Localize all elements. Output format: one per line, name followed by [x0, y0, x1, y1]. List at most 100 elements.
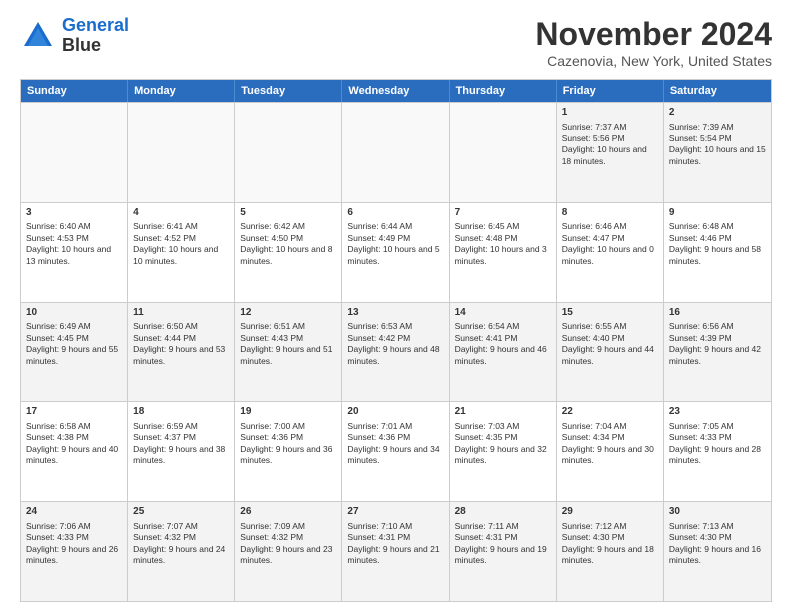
calendar-cell-24: 24 Sunrise: 7:06 AM Sunset: 4:33 PM Dayli…	[21, 502, 128, 601]
title-block: November 2024 Cazenovia, New York, Unite…	[535, 16, 772, 69]
day-number: 18	[133, 405, 229, 419]
day-info: Sunrise: 7:07 AM Sunset: 4:32 PM Dayligh…	[133, 521, 229, 567]
calendar-cell-15: 15Sunrise: 6:55 AM Sunset: 4:40 PM Dayli…	[557, 303, 664, 402]
day-info: Sunrise: 6:56 AM Sunset: 4:39 PM Dayligh…	[669, 321, 766, 367]
calendar-cell-12: 12Sunrise: 6:51 AM Sunset: 4:43 PM Dayli…	[235, 303, 342, 402]
day-number: 16	[669, 306, 766, 320]
day-info: Sunrise: 6:42 AM Sunset: 4:50 PM Dayligh…	[240, 221, 336, 267]
calendar-cell-5: 5Sunrise: 6:42 AM Sunset: 4:50 PM Daylig…	[235, 203, 342, 302]
calendar-header: SundayMondayTuesdayWednesdayThursdayFrid…	[21, 80, 771, 102]
day-info: Sunrise: 7:06 AM Sunset: 4:33 PM Dayligh…	[26, 521, 122, 567]
day-number: 1	[562, 106, 658, 120]
calendar-cell-empty-0-1	[128, 103, 235, 202]
calendar-cell-30: 30Sunrise: 7:13 AM Sunset: 4:30 PM Dayli…	[664, 502, 771, 601]
day-info: Sunrise: 6:55 AM Sunset: 4:40 PM Dayligh…	[562, 321, 658, 367]
day-number: 20	[347, 405, 443, 419]
calendar-row-1: 3Sunrise: 6:40 AM Sunset: 4:53 PM Daylig…	[21, 202, 771, 302]
calendar-cell-empty-0-4	[450, 103, 557, 202]
day-info: Sunrise: 6:41 AM Sunset: 4:52 PM Dayligh…	[133, 221, 229, 267]
calendar-cell-27: 27 Sunrise: 7:10 AM Sunset: 4:31 PM Dayli…	[342, 502, 449, 601]
day-info: Sunrise: 6:46 AM Sunset: 4:47 PM Dayligh…	[562, 221, 658, 267]
calendar-cell-28: 28Sunrise: 7:11 AM Sunset: 4:31 PM Dayli…	[450, 502, 557, 601]
day-info: Sunrise: 6:45 AM Sunset: 4:48 PM Dayligh…	[455, 221, 551, 267]
day-number: 13	[347, 306, 443, 320]
day-number: 24	[26, 505, 122, 519]
calendar-cell-empty-0-2	[235, 103, 342, 202]
subtitle: Cazenovia, New York, United States	[535, 53, 772, 69]
day-number: 22	[562, 405, 658, 419]
header-day-friday: Friday	[557, 80, 664, 102]
day-info: Sunrise: 6:49 AM Sunset: 4:45 PM Dayligh…	[26, 321, 122, 367]
calendar: SundayMondayTuesdayWednesdayThursdayFrid…	[20, 79, 772, 602]
day-number: 10	[26, 306, 122, 320]
day-number: 19	[240, 405, 336, 419]
header-day-monday: Monday	[128, 80, 235, 102]
calendar-cell-16: 16Sunrise: 6:56 AM Sunset: 4:39 PM Dayli…	[664, 303, 771, 402]
logo-icon	[20, 18, 56, 54]
day-info: Sunrise: 6:58 AM Sunset: 4:38 PM Dayligh…	[26, 421, 122, 467]
calendar-cell-13: 13Sunrise: 6:53 AM Sunset: 4:42 PM Dayli…	[342, 303, 449, 402]
header-day-thursday: Thursday	[450, 80, 557, 102]
day-number: 4	[133, 206, 229, 220]
day-number: 3	[26, 206, 122, 220]
day-info: Sunrise: 6:54 AM Sunset: 4:41 PM Dayligh…	[455, 321, 551, 367]
calendar-cell-21: 21 Sunrise: 7:03 AM Sunset: 4:35 PM Dayli…	[450, 402, 557, 501]
day-number: 6	[347, 206, 443, 220]
calendar-cell-19: 19 Sunrise: 7:00 AM Sunset: 4:36 PM Dayli…	[235, 402, 342, 501]
day-number: 5	[240, 206, 336, 220]
day-number: 23	[669, 405, 766, 419]
calendar-body: 1 Sunrise: 7:37 AM Sunset: 5:56 PM Daylig…	[21, 102, 771, 601]
day-info: Sunrise: 7:03 AM Sunset: 4:35 PM Dayligh…	[455, 421, 551, 467]
day-info: Sunrise: 6:48 AM Sunset: 4:46 PM Dayligh…	[669, 221, 766, 267]
day-number: 9	[669, 206, 766, 220]
day-number: 15	[562, 306, 658, 320]
calendar-cell-empty-0-0	[21, 103, 128, 202]
day-info: Sunrise: 7:12 AM Sunset: 4:30 PM Dayligh…	[562, 521, 658, 567]
day-info: Sunrise: 7:01 AM Sunset: 4:36 PM Dayligh…	[347, 421, 443, 467]
calendar-cell-20: 20 Sunrise: 7:01 AM Sunset: 4:36 PM Dayli…	[342, 402, 449, 501]
day-number: 12	[240, 306, 336, 320]
calendar-cell-10: 10Sunrise: 6:49 AM Sunset: 4:45 PM Dayli…	[21, 303, 128, 402]
header-day-saturday: Saturday	[664, 80, 771, 102]
day-info: Sunrise: 7:10 AM Sunset: 4:31 PM Dayligh…	[347, 521, 443, 567]
calendar-cell-18: 18 Sunrise: 6:59 AM Sunset: 4:37 PM Dayli…	[128, 402, 235, 501]
calendar-row-3: 17 Sunrise: 6:58 AM Sunset: 4:38 PM Dayli…	[21, 401, 771, 501]
header: General Blue November 2024 Cazenovia, Ne…	[20, 16, 772, 69]
day-info: Sunrise: 7:05 AM Sunset: 4:33 PM Dayligh…	[669, 421, 766, 467]
calendar-cell-11: 11Sunrise: 6:50 AM Sunset: 4:44 PM Dayli…	[128, 303, 235, 402]
day-info: Sunrise: 6:50 AM Sunset: 4:44 PM Dayligh…	[133, 321, 229, 367]
day-info: Sunrise: 7:04 AM Sunset: 4:34 PM Dayligh…	[562, 421, 658, 467]
calendar-cell-22: 22 Sunrise: 7:04 AM Sunset: 4:34 PM Dayli…	[557, 402, 664, 501]
calendar-row-4: 24 Sunrise: 7:06 AM Sunset: 4:33 PM Dayli…	[21, 501, 771, 601]
day-number: 21	[455, 405, 551, 419]
day-info: Sunrise: 7:09 AM Sunset: 4:32 PM Dayligh…	[240, 521, 336, 567]
day-info: Sunrise: 7:00 AM Sunset: 4:36 PM Dayligh…	[240, 421, 336, 467]
day-number: 8	[562, 206, 658, 220]
day-info: Sunrise: 6:44 AM Sunset: 4:49 PM Dayligh…	[347, 221, 443, 267]
day-number: 7	[455, 206, 551, 220]
day-number: 2	[669, 106, 766, 120]
day-info: Sunrise: 6:40 AM Sunset: 4:53 PM Dayligh…	[26, 221, 122, 267]
day-info: Sunrise: 6:59 AM Sunset: 4:37 PM Dayligh…	[133, 421, 229, 467]
page: General Blue November 2024 Cazenovia, Ne…	[0, 0, 792, 612]
day-info: Sunrise: 7:37 AM Sunset: 5:56 PM Dayligh…	[562, 122, 658, 168]
header-day-wednesday: Wednesday	[342, 80, 449, 102]
day-info: Sunrise: 6:53 AM Sunset: 4:42 PM Dayligh…	[347, 321, 443, 367]
calendar-cell-empty-0-3	[342, 103, 449, 202]
calendar-cell-29: 29Sunrise: 7:12 AM Sunset: 4:30 PM Dayli…	[557, 502, 664, 601]
calendar-cell-14: 14Sunrise: 6:54 AM Sunset: 4:41 PM Dayli…	[450, 303, 557, 402]
calendar-cell-1: 1 Sunrise: 7:37 AM Sunset: 5:56 PM Daylig…	[557, 103, 664, 202]
calendar-cell-25: 25Sunrise: 7:07 AM Sunset: 4:32 PM Dayli…	[128, 502, 235, 601]
calendar-row-0: 1 Sunrise: 7:37 AM Sunset: 5:56 PM Daylig…	[21, 102, 771, 202]
logo-text: General Blue	[62, 16, 129, 56]
header-day-tuesday: Tuesday	[235, 80, 342, 102]
day-number: 17	[26, 405, 122, 419]
day-number: 27	[347, 505, 443, 519]
day-info: Sunrise: 6:51 AM Sunset: 4:43 PM Dayligh…	[240, 321, 336, 367]
calendar-cell-26: 26Sunrise: 7:09 AM Sunset: 4:32 PM Dayli…	[235, 502, 342, 601]
day-number: 28	[455, 505, 551, 519]
calendar-cell-2: 2Sunrise: 7:39 AM Sunset: 5:54 PM Daylig…	[664, 103, 771, 202]
calendar-cell-17: 17 Sunrise: 6:58 AM Sunset: 4:38 PM Dayli…	[21, 402, 128, 501]
header-day-sunday: Sunday	[21, 80, 128, 102]
calendar-cell-3: 3Sunrise: 6:40 AM Sunset: 4:53 PM Daylig…	[21, 203, 128, 302]
